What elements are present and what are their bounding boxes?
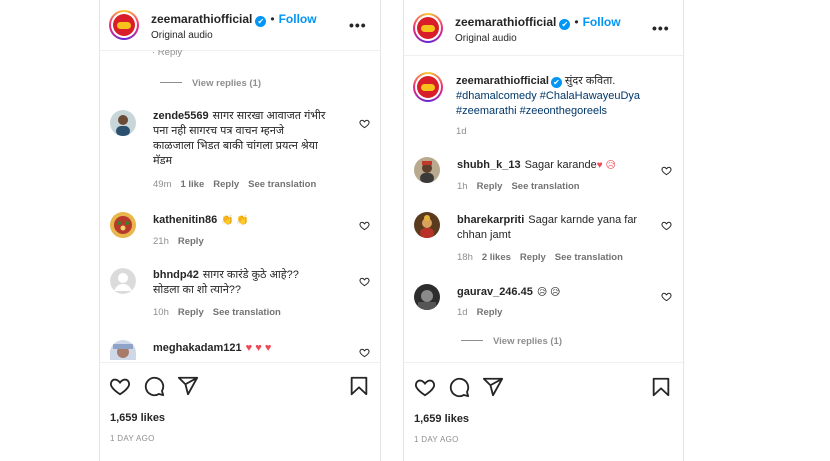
comment-meta: 10h Reply See translation bbox=[153, 307, 281, 318]
comment-meta: 49m 1 like Reply See translation bbox=[153, 179, 317, 190]
header-divider bbox=[100, 50, 380, 51]
screenshot-stage: zeemarathiofficial ✔ • Follow Original audi… bbox=[0, 0, 830, 461]
more-options-icon[interactable]: ••• bbox=[652, 20, 670, 36]
reply-button[interactable]: Reply bbox=[477, 307, 503, 318]
post-date: 1 DAY AGO bbox=[110, 434, 155, 443]
comment-username[interactable]: kathenitin86 bbox=[153, 214, 217, 226]
reply-button[interactable]: Reply bbox=[520, 252, 546, 263]
likes-count[interactable]: 1 like bbox=[180, 179, 204, 190]
comment-icon[interactable] bbox=[143, 375, 165, 397]
comment-meta: 1d Reply bbox=[457, 307, 503, 318]
comment-username[interactable]: meghakadam121 bbox=[153, 342, 242, 354]
bookmark-icon[interactable] bbox=[348, 375, 370, 397]
right-post-panel: zeemarathiofficial ✔ • Follow Original audi… bbox=[403, 0, 684, 461]
reply-button[interactable]: Reply bbox=[178, 236, 204, 247]
share-icon[interactable] bbox=[482, 376, 504, 398]
comment-text: meghakadam121 ♥ ♥ ♥ bbox=[153, 342, 272, 354]
more-options-icon[interactable]: ••• bbox=[349, 17, 367, 33]
post-header: zeemarathiofficial ✔ • Follow Original audi… bbox=[404, 0, 683, 50]
see-translation-button[interactable]: See translation bbox=[555, 252, 623, 263]
comment-meta: 1h Reply See translation bbox=[457, 181, 580, 192]
reply-button[interactable]: Reply bbox=[477, 181, 503, 192]
view-replies-label: View replies (1) bbox=[192, 78, 261, 89]
actions-divider bbox=[404, 362, 683, 363]
header-divider bbox=[404, 55, 683, 56]
header-user-line: zeemarathiofficial ✔ • Follow bbox=[151, 12, 317, 27]
comment-username[interactable]: bhndp42 bbox=[153, 269, 199, 281]
comment-username[interactable]: gaurav_246.45 bbox=[457, 286, 533, 298]
comment-icon[interactable] bbox=[448, 376, 470, 398]
caption-hashtags[interactable]: #zeemarathi #zeeonthegoreels bbox=[456, 105, 607, 117]
see-translation-button[interactable]: See translation bbox=[213, 307, 281, 318]
commenter-avatar[interactable] bbox=[414, 212, 440, 238]
comment-like-heart-icon[interactable] bbox=[359, 276, 370, 287]
audio-subtitle[interactable]: Original audio bbox=[151, 30, 213, 41]
comment-like-heart-icon[interactable] bbox=[661, 220, 672, 231]
comment-text: kathenitin86 👏 👏 bbox=[153, 214, 249, 226]
caption-time: 1d bbox=[456, 126, 467, 137]
view-replies-label: View replies (1) bbox=[493, 336, 562, 347]
heart-icon[interactable] bbox=[109, 375, 131, 397]
comment-text: gaurav_246.45 😥 😥 bbox=[457, 286, 561, 298]
default-avatar-icon[interactable] bbox=[110, 268, 136, 294]
heart-icon[interactable] bbox=[414, 376, 436, 398]
comment-username[interactable]: bharekarpriti bbox=[457, 214, 524, 226]
comment-username[interactable]: shubh_k_13 bbox=[457, 159, 521, 171]
comment-like-heart-icon[interactable] bbox=[359, 118, 370, 129]
commenter-avatar[interactable] bbox=[414, 284, 440, 310]
commenter-avatar[interactable] bbox=[110, 110, 136, 136]
caption-username[interactable]: zeemarathiofficial bbox=[456, 75, 549, 87]
reply-button[interactable]: Reply bbox=[178, 307, 204, 318]
follow-button[interactable]: Follow bbox=[583, 15, 621, 29]
comment-text: bharekarpriti Sagar karnde yana far chhan… bbox=[457, 214, 638, 241]
verified-badge-icon: ✔ bbox=[550, 77, 562, 88]
commenter-avatar[interactable] bbox=[110, 212, 136, 238]
comment-like-heart-icon[interactable] bbox=[359, 220, 370, 231]
comment-text: shubh_k_13 Sagar karande♥ 😥 bbox=[457, 159, 616, 171]
actions-divider bbox=[100, 362, 380, 363]
bookmark-icon[interactable] bbox=[650, 376, 672, 398]
commenter-avatar[interactable] bbox=[110, 340, 136, 360]
account-avatar[interactable] bbox=[413, 13, 443, 43]
likes-count[interactable]: 1,659 likes bbox=[110, 412, 165, 424]
commenter-avatar[interactable] bbox=[414, 157, 440, 183]
comment-text: bhndp42 सागर कारंडे कुठे आहे?? सोडला का श… bbox=[153, 269, 299, 296]
separator-dot: • bbox=[574, 15, 579, 29]
comment-meta: 21h Reply bbox=[153, 236, 204, 247]
partial-reply-text: · Reply bbox=[152, 50, 183, 58]
see-translation-button[interactable]: See translation bbox=[248, 179, 316, 190]
share-icon[interactable] bbox=[177, 375, 199, 397]
post-actions-bar bbox=[100, 373, 380, 403]
header-username[interactable]: zeemarathiofficial bbox=[151, 12, 252, 26]
post-caption: zeemarathiofficial ✔ सुंदर कविता. #dhamalc… bbox=[456, 75, 641, 117]
likes-count[interactable]: 1,659 likes bbox=[414, 413, 469, 425]
caption-avatar[interactable] bbox=[413, 72, 443, 102]
left-post-panel: zeemarathiofficial ✔ • Follow Original audi… bbox=[99, 0, 381, 461]
header-username[interactable]: zeemarathiofficial bbox=[455, 15, 556, 29]
view-replies-button[interactable]: View replies (1) bbox=[160, 78, 261, 89]
post-actions-bar bbox=[404, 374, 683, 404]
verified-badge-icon: ✔ bbox=[559, 19, 571, 30]
follow-button[interactable]: Follow bbox=[279, 12, 317, 26]
comment-like-heart-icon[interactable] bbox=[661, 165, 672, 176]
comment-like-heart-icon[interactable] bbox=[661, 291, 672, 302]
comment-like-heart-icon[interactable] bbox=[359, 347, 370, 358]
likes-count[interactable]: 2 likes bbox=[482, 252, 511, 263]
reply-button[interactable]: Reply bbox=[213, 179, 239, 190]
see-translation-button[interactable]: See translation bbox=[511, 181, 579, 192]
account-avatar[interactable] bbox=[109, 10, 139, 40]
comment-meta: 18h 2 likes Reply See translation bbox=[457, 252, 623, 263]
verified-badge-icon: ✔ bbox=[255, 16, 267, 27]
comment-username[interactable]: zende5569 bbox=[153, 110, 209, 122]
caption-hashtags[interactable]: #dhamalcomedy #ChalaHawayeuDya bbox=[456, 90, 640, 102]
view-replies-button[interactable]: View replies (1) bbox=[461, 336, 562, 347]
post-date: 1 DAY AGO bbox=[414, 435, 459, 444]
separator-dot: • bbox=[270, 12, 275, 26]
post-header: zeemarathiofficial ✔ • Follow Original audi… bbox=[100, 0, 380, 50]
audio-subtitle[interactable]: Original audio bbox=[455, 33, 517, 44]
comment-text: zende5569 सागर सारखा आवाजत गंभीर पना नही … bbox=[153, 110, 326, 167]
header-user-line: zeemarathiofficial ✔ • Follow bbox=[455, 15, 621, 30]
